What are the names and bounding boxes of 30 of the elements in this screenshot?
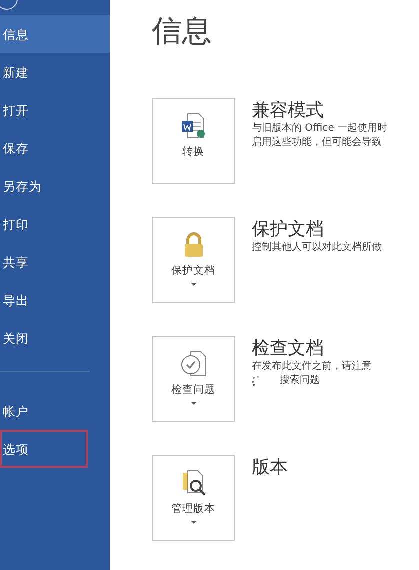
tile-button[interactable]: 检查问题 [152,336,235,422]
menu-item[interactable]: 新建 [0,53,110,91]
menu-item[interactable]: 导出 [0,281,110,319]
checklist-icon [178,349,208,379]
menu-item[interactable]: 打开 [0,91,110,129]
section-title: 版本 [252,457,288,479]
section-title: 保护文档 [252,219,325,241]
section-description: 控制其他人可以对此文档所做 [252,240,382,255]
tile-button[interactable]: 管理版本 [152,455,235,541]
menu-item[interactable]: 帐户 [0,392,110,430]
section-title: 检查文档 [252,338,325,360]
menu-item[interactable]: 打印 [0,205,110,243]
page-title: 信息 [152,14,213,50]
caret-icon [190,402,196,405]
tile-button[interactable]: 转换 [152,98,235,184]
menu-item[interactable]: 另存为 [0,167,110,205]
tile-button[interactable]: 保护文档 [152,217,235,303]
section-description: 启用这些功能，但可能会导致 [252,136,383,150]
spinner-icon [252,376,262,386]
caret-icon [190,520,196,524]
menu-item[interactable]: 保存 [0,129,110,167]
caret-icon [190,282,196,286]
menu-item[interactable]: 关闭 [0,319,110,357]
section-title: 兼容模式 [252,100,325,122]
menu-item[interactable]: 共享 [0,243,110,281]
section-description: 在发布此文件之前，请注意 [252,360,372,374]
menu-item[interactable]: 选项 [0,430,88,468]
menu-item[interactable]: 信息 [0,15,110,53]
status-text: 搜索问题 [280,374,320,388]
section-description: 与旧版本的 Office 一起使用时 [252,122,388,136]
